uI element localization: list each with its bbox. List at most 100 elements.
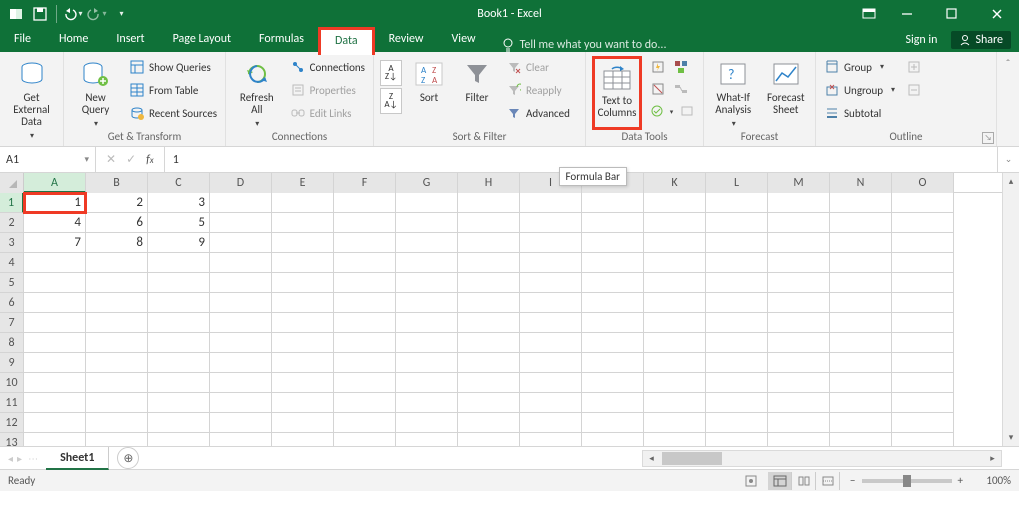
cell-C10[interactable] [148, 373, 210, 393]
cell-K5[interactable] [644, 273, 706, 293]
subtotal-button[interactable]: Subtotal [822, 102, 897, 124]
cell-L8[interactable] [706, 333, 768, 353]
row-header-1[interactable]: 1 [0, 193, 24, 213]
cell-N6[interactable] [830, 293, 892, 313]
cell-N13[interactable] [830, 433, 892, 446]
cell-N11[interactable] [830, 393, 892, 413]
outline-dialog-launcher[interactable]: ↘ [982, 132, 994, 144]
undo-icon[interactable]: ▾ [63, 4, 83, 24]
cell-M6[interactable] [768, 293, 830, 313]
column-header-N[interactable]: N [830, 173, 892, 193]
scroll-up-icon[interactable]: ▴ [1003, 173, 1019, 190]
cell-N7[interactable] [830, 313, 892, 333]
cell-H4[interactable] [458, 253, 520, 273]
row-header-5[interactable]: 5 [0, 273, 24, 293]
cell-F9[interactable] [334, 353, 396, 373]
page-break-view-button[interactable] [816, 472, 840, 490]
cell-N3[interactable] [830, 233, 892, 253]
cell-B4[interactable] [86, 253, 148, 273]
cell-F7[interactable] [334, 313, 396, 333]
what-if-analysis-button[interactable]: ? What-If Analysis ▾ [710, 56, 757, 130]
remove-duplicates-button[interactable] [648, 78, 668, 100]
cell-F2[interactable] [334, 213, 396, 233]
row-header-10[interactable]: 10 [0, 373, 24, 393]
redo-icon[interactable]: ▾ [87, 4, 107, 24]
select-all-corner[interactable] [0, 173, 24, 193]
confirm-icon[interactable]: ✓ [126, 152, 136, 167]
advanced-button[interactable]: Advanced [504, 102, 572, 124]
show-detail-button[interactable] [905, 56, 923, 78]
cell-H10[interactable] [458, 373, 520, 393]
cell-H1[interactable] [458, 193, 520, 213]
cell-G2[interactable] [396, 213, 458, 233]
cell-L12[interactable] [706, 413, 768, 433]
cell-J1[interactable] [582, 193, 644, 213]
cell-H2[interactable] [458, 213, 520, 233]
cell-I12[interactable] [520, 413, 582, 433]
column-header-G[interactable]: G [396, 173, 458, 193]
cell-E4[interactable] [272, 253, 334, 273]
cell-C3[interactable]: 9 [148, 233, 210, 253]
name-box-dropdown-icon[interactable]: ▾ [84, 154, 89, 165]
scroll-down-icon[interactable]: ▾ [1003, 429, 1019, 446]
ribbon-options-icon[interactable] [854, 0, 884, 27]
normal-view-button[interactable] [768, 472, 792, 490]
cell-J3[interactable] [582, 233, 644, 253]
fx-icon[interactable]: fx [146, 153, 154, 167]
cell-E13[interactable] [272, 433, 334, 446]
cell-H11[interactable] [458, 393, 520, 413]
cell-C13[interactable] [148, 433, 210, 446]
cell-L6[interactable] [706, 293, 768, 313]
cell-K13[interactable] [644, 433, 706, 446]
cell-L1[interactable] [706, 193, 768, 213]
group-button[interactable]: Group▾ [822, 56, 897, 78]
cell-A6[interactable] [24, 293, 86, 313]
cell-B3[interactable]: 8 [86, 233, 148, 253]
name-box[interactable]: A1 ▾ [0, 147, 96, 172]
cell-K4[interactable] [644, 253, 706, 273]
cell-G13[interactable] [396, 433, 458, 446]
cell-D9[interactable] [210, 353, 272, 373]
show-queries-button[interactable]: Show Queries [127, 56, 219, 78]
sheet-nav-last-icon[interactable]: ▸ [17, 452, 22, 465]
cell-L5[interactable] [706, 273, 768, 293]
scroll-left-icon[interactable]: ◂ [643, 453, 660, 464]
cell-K10[interactable] [644, 373, 706, 393]
cell-H12[interactable] [458, 413, 520, 433]
connections-button[interactable]: Connections [288, 56, 367, 78]
cell-J8[interactable] [582, 333, 644, 353]
cell-C8[interactable] [148, 333, 210, 353]
tell-me-search[interactable]: Tell me what you want to do... [502, 38, 667, 52]
cell-A12[interactable] [24, 413, 86, 433]
cell-F6[interactable] [334, 293, 396, 313]
cell-G7[interactable] [396, 313, 458, 333]
cell-E1[interactable] [272, 193, 334, 213]
cell-A7[interactable] [24, 313, 86, 333]
new-query-button[interactable]: New Query ▾ [70, 56, 121, 130]
cell-G10[interactable] [396, 373, 458, 393]
sheet-nav-first-icon[interactable]: ◂ [8, 452, 13, 465]
cell-O8[interactable] [892, 333, 954, 353]
tab-insert[interactable]: Insert [102, 27, 158, 52]
close-button[interactable] [974, 0, 1019, 27]
zoom-slider[interactable] [862, 479, 952, 483]
cell-E2[interactable] [272, 213, 334, 233]
tab-data[interactable]: Data [318, 27, 375, 55]
vertical-scrollbar[interactable]: ▴ ▾ [1002, 173, 1019, 446]
cell-N2[interactable] [830, 213, 892, 233]
column-header-E[interactable]: E [272, 173, 334, 193]
cell-D3[interactable] [210, 233, 272, 253]
cell-I4[interactable] [520, 253, 582, 273]
clear-button[interactable]: Clear [504, 56, 572, 78]
column-header-M[interactable]: M [768, 173, 830, 193]
column-header-B[interactable]: B [86, 173, 148, 193]
macro-record-icon[interactable] [744, 474, 758, 488]
cell-O13[interactable] [892, 433, 954, 446]
flash-fill-button[interactable] [648, 56, 668, 78]
cell-B10[interactable] [86, 373, 148, 393]
row-header-7[interactable]: 7 [0, 313, 24, 333]
cell-J4[interactable] [582, 253, 644, 273]
cell-N10[interactable] [830, 373, 892, 393]
cell-M1[interactable] [768, 193, 830, 213]
from-table-button[interactable]: From Table [127, 79, 219, 101]
